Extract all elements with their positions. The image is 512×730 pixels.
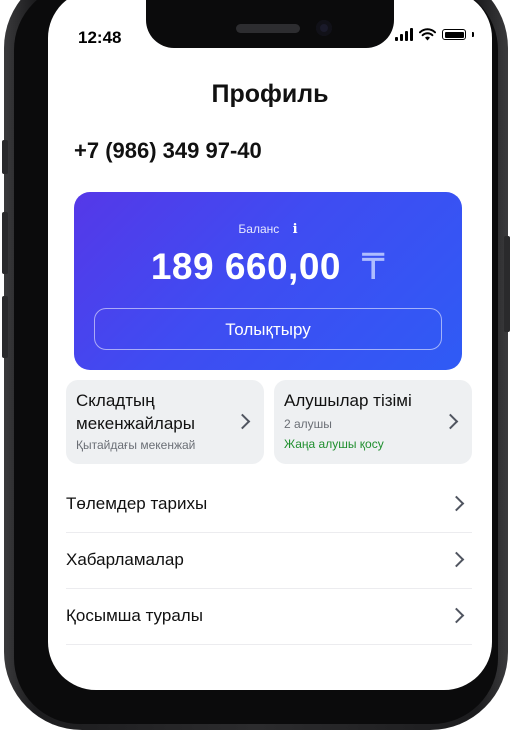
- chevron-right-icon: [442, 413, 459, 430]
- chevron-right-icon: [448, 551, 465, 568]
- menu-item-payment-history[interactable]: Төлемдер тарихы: [66, 476, 472, 533]
- side-button-volume-down: [2, 296, 8, 358]
- tenge-icon: ₸: [361, 246, 386, 287]
- wifi-icon: [419, 28, 436, 41]
- menu-item-about-app[interactable]: Қосымша туралы: [66, 588, 472, 645]
- balance-card: Баланс i 189 660,00 ₸ Толықтыру: [74, 192, 462, 370]
- notch: [146, 0, 394, 48]
- tile-title: Алушылар тізімі: [284, 391, 412, 410]
- balance-amount-row: 189 660,00 ₸: [74, 246, 462, 288]
- menu-item-label: Хабарламалар: [66, 550, 184, 569]
- side-button-silent: [2, 140, 8, 174]
- side-button-power: [504, 236, 510, 332]
- battery-icon: [442, 29, 466, 40]
- status-time: 12:48: [78, 28, 122, 47]
- chevron-right-icon: [234, 413, 251, 430]
- tile-title: Складтың мекенжайлары: [76, 391, 195, 433]
- speaker: [236, 24, 300, 33]
- menu-item-label: Төлемдер тарихы: [66, 494, 208, 513]
- screen: 12:48 Профиль +7 (986) 349 97-40 Баланс …: [48, 0, 492, 690]
- menu-item-notifications[interactable]: Хабарламалар: [66, 532, 472, 589]
- balance-amount: 189 660,00: [150, 246, 341, 287]
- menu-item-label: Қосымша туралы: [66, 606, 203, 625]
- side-button-volume-up: [2, 212, 8, 274]
- camera: [316, 20, 332, 36]
- warehouse-addresses-tile[interactable]: Складтың мекенжайлары Қытайдағы мекенжай: [66, 380, 264, 464]
- chevron-right-icon: [448, 495, 465, 512]
- balance-label: Баланс: [238, 222, 280, 236]
- add-recipient-link[interactable]: Жаңа алушы қосу: [284, 437, 384, 451]
- page-title: Профиль: [211, 80, 329, 108]
- tile-subtitle: Қытайдағы мекенжай: [76, 438, 196, 452]
- signal-icon: [395, 28, 413, 41]
- tile-subtitle: 2 алушы: [284, 417, 332, 431]
- chevron-right-icon: [448, 607, 465, 624]
- status-icons: [395, 28, 474, 41]
- profile-phone: +7 (986) 349 97-40: [74, 138, 262, 163]
- balance-label-row: Баланс i: [74, 222, 462, 237]
- battery-cap: [472, 32, 474, 37]
- recipients-tile[interactable]: Алушылар тізімі 2 алушы Жаңа алушы қосу: [274, 380, 472, 464]
- topup-button[interactable]: Толықтыру: [94, 308, 442, 350]
- info-icon[interactable]: i: [293, 222, 298, 237]
- phone-bezel: 12:48 Профиль +7 (986) 349 97-40 Баланс …: [14, 0, 498, 724]
